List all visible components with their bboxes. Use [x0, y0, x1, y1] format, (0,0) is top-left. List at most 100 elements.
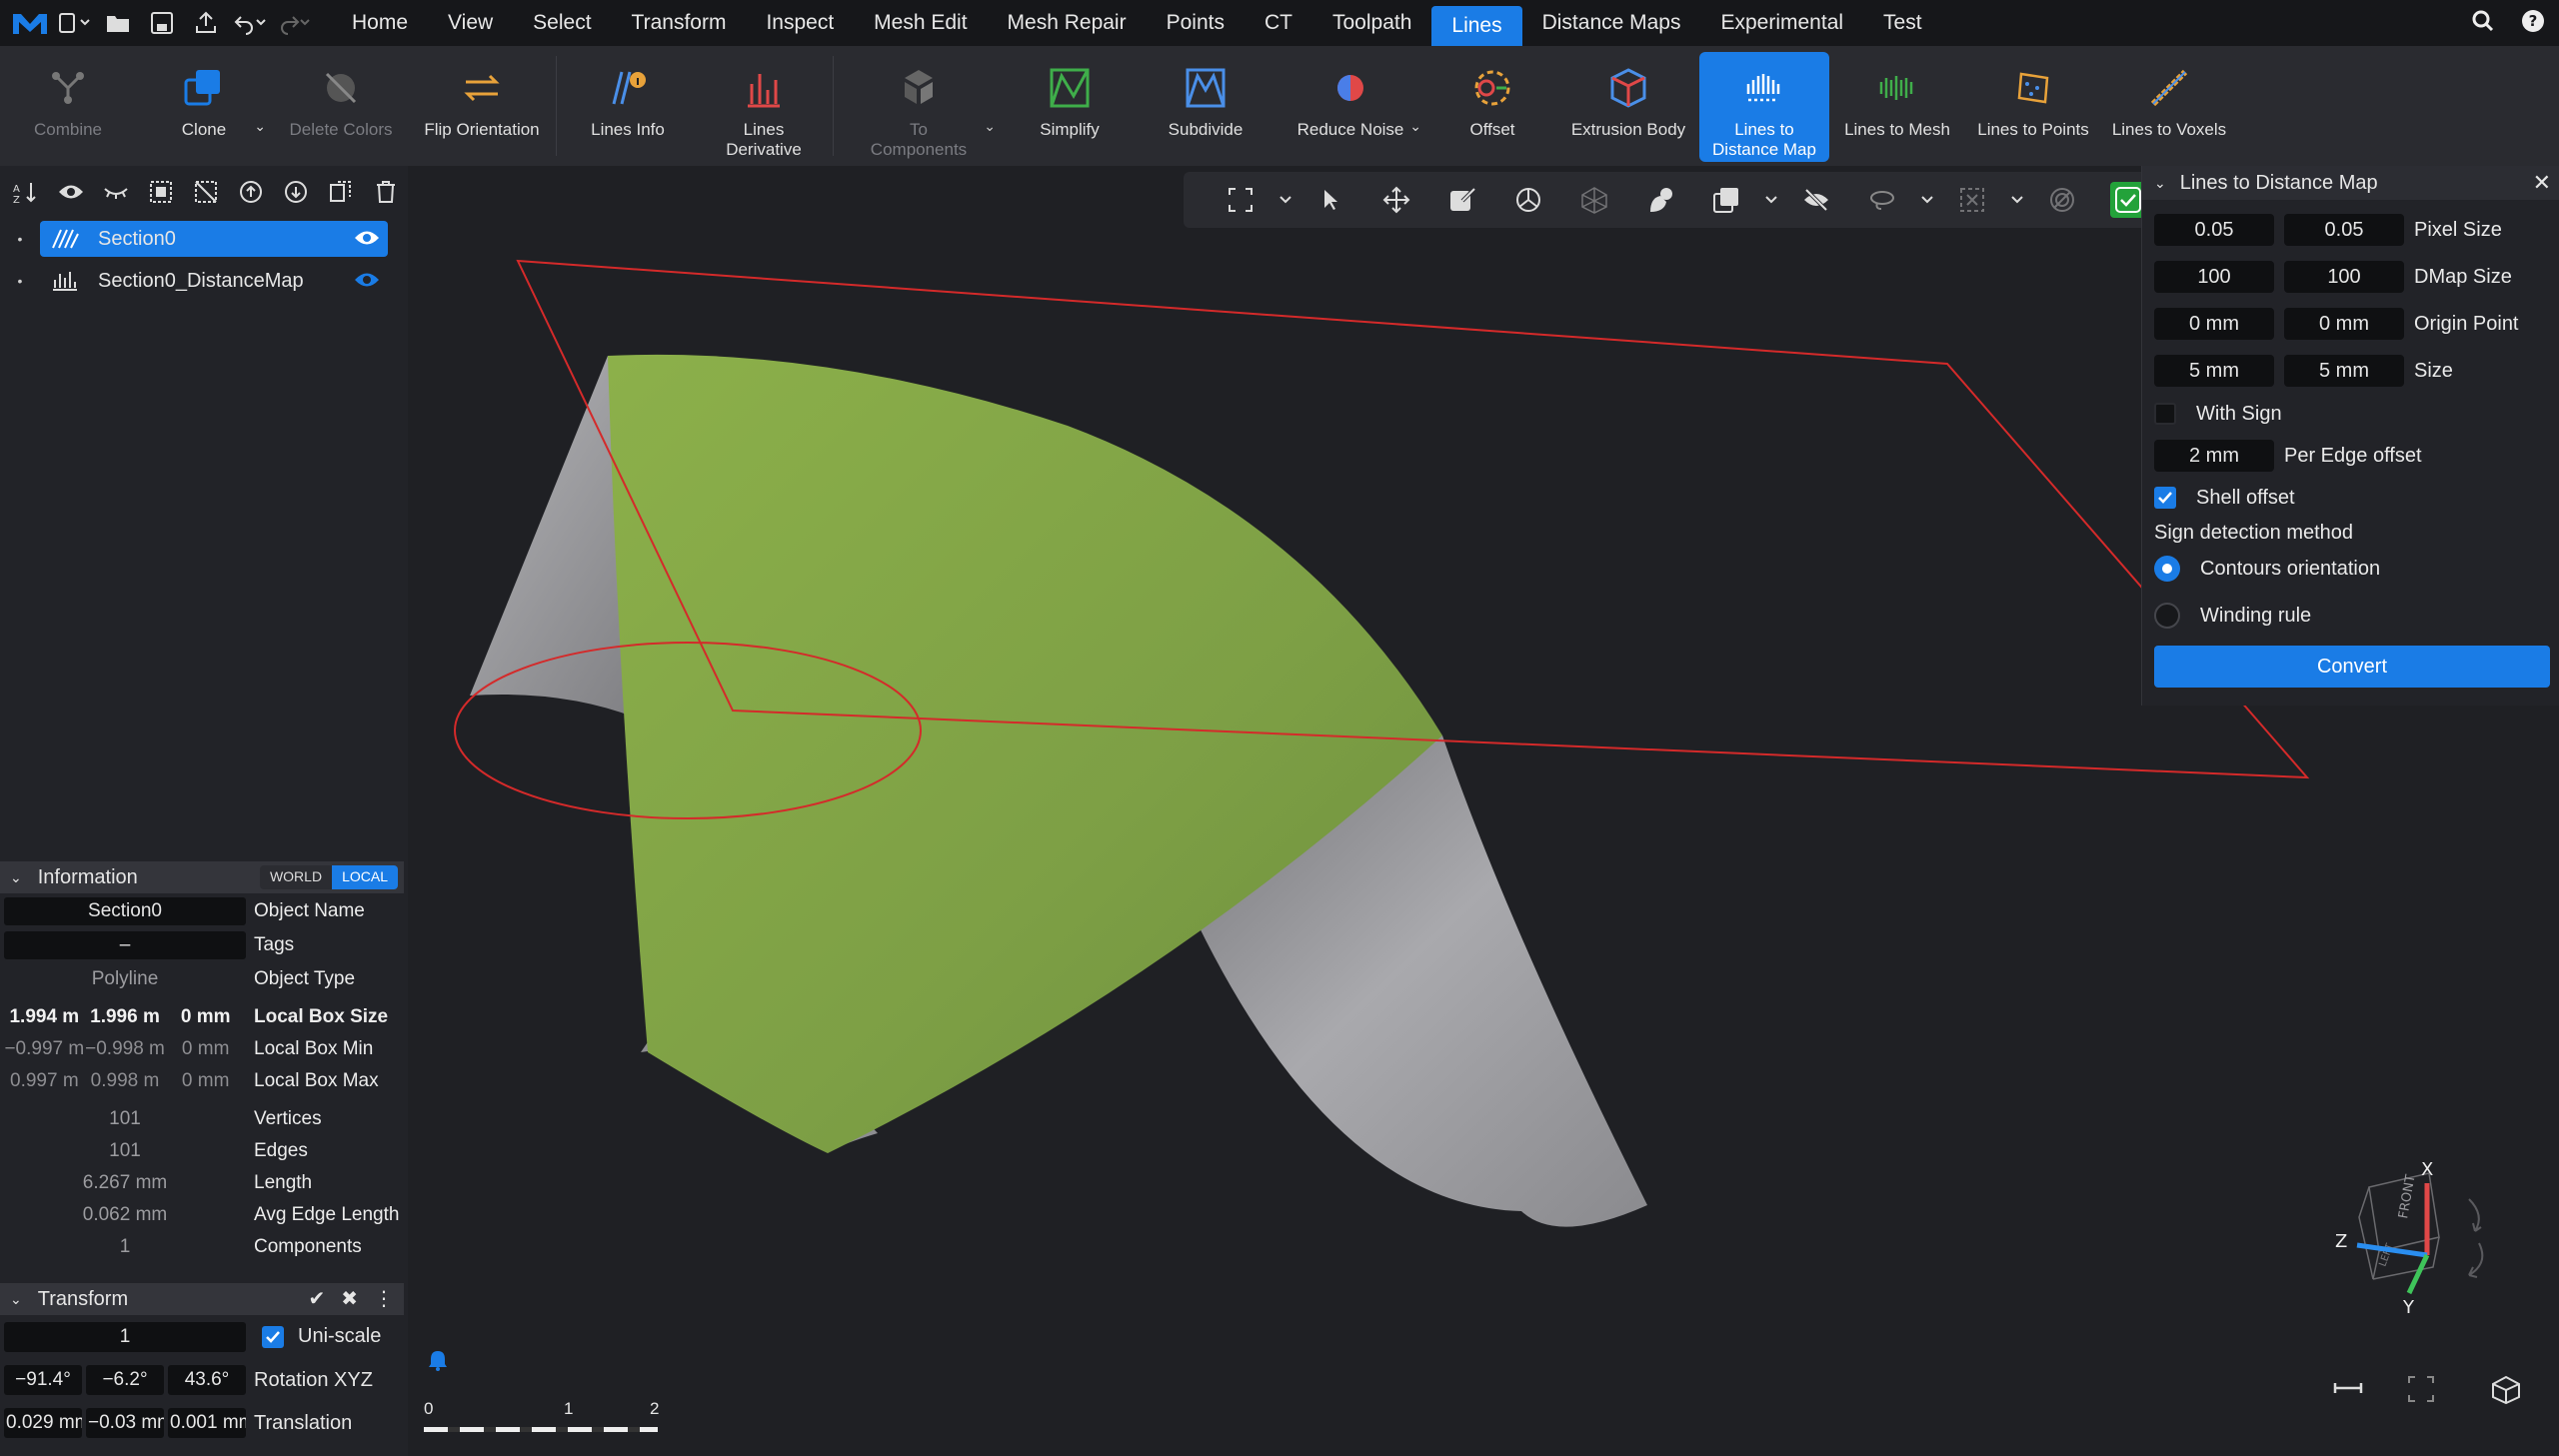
- tree-item-section0-distancemap[interactable]: • Section0_DistanceMap: [0, 260, 408, 302]
- save-icon[interactable]: [140, 0, 184, 46]
- eye-closed-icon[interactable]: [100, 177, 131, 208]
- export-icon[interactable]: [184, 0, 228, 46]
- lines-to-distance-map-button[interactable]: Lines to Distance Map: [1699, 52, 1829, 162]
- redo-icon[interactable]: [272, 0, 316, 46]
- move-down-icon[interactable]: [280, 177, 311, 208]
- reduce-noise-button[interactable]: Reduce Noise ⌄: [1274, 46, 1427, 166]
- reset-x-icon[interactable]: ✖: [341, 1286, 358, 1311]
- chevron-down-icon[interactable]: [1915, 172, 1939, 228]
- rotation-x-field[interactable]: −91.4°: [4, 1365, 82, 1395]
- tab-mesh-repair[interactable]: Mesh Repair: [988, 0, 1147, 46]
- chevron-down-icon[interactable]: ⌄: [2154, 175, 2166, 192]
- open-folder-icon[interactable]: [96, 0, 140, 46]
- tab-select[interactable]: Select: [513, 0, 611, 46]
- lines-info-button[interactable]: Lines Info: [559, 46, 697, 166]
- tab-transform[interactable]: Transform: [612, 0, 747, 46]
- tab-points[interactable]: Points: [1147, 0, 1245, 46]
- simplify-button[interactable]: Simplify: [1002, 46, 1138, 166]
- lines-to-voxels-button[interactable]: Lines to Voxels: [2101, 46, 2237, 166]
- uniscale-checkbox[interactable]: [262, 1325, 284, 1348]
- tab-inspect[interactable]: Inspect: [746, 0, 854, 46]
- trash-icon[interactable]: [370, 177, 401, 208]
- hide-icon[interactable]: [1783, 172, 1849, 228]
- new-file-icon[interactable]: [52, 0, 96, 46]
- chevron-down-icon[interactable]: [1274, 172, 1297, 228]
- information-header[interactable]: ⌄ Information WORLD LOCAL: [0, 861, 404, 893]
- search-icon[interactable]: [2471, 9, 2495, 38]
- tree-node[interactable]: Section0_DistanceMap: [40, 263, 388, 299]
- size-x-input[interactable]: 5 mm: [2154, 355, 2274, 387]
- tab-view[interactable]: View: [428, 0, 513, 46]
- box-select-icon[interactable]: [1939, 172, 2005, 228]
- move-icon[interactable]: [1363, 172, 1429, 228]
- rotation-y-field[interactable]: −6.2°: [86, 1365, 164, 1395]
- chevron-down-icon[interactable]: ⌄: [10, 869, 22, 886]
- tab-ct[interactable]: CT: [1245, 0, 1312, 46]
- orientation-gizmo[interactable]: FRONT LEFT X Z Y: [2329, 1159, 2509, 1339]
- shell-offset-checkbox[interactable]: [2154, 487, 2176, 509]
- tree-node[interactable]: Section0: [40, 221, 388, 257]
- chevron-down-icon[interactable]: ⌄: [984, 116, 996, 136]
- more-options-icon[interactable]: ⋮: [374, 1286, 394, 1311]
- chevron-down-icon[interactable]: ⌄: [10, 1291, 22, 1308]
- snap-icon[interactable]: [2029, 172, 2095, 228]
- rotation-z-field[interactable]: 43.6°: [168, 1365, 246, 1395]
- delete-colors-button[interactable]: Delete Colors: [272, 46, 410, 166]
- lines-to-mesh-button[interactable]: Lines to Mesh: [1829, 46, 1965, 166]
- undo-icon[interactable]: [228, 0, 272, 46]
- chevron-down-icon[interactable]: [2005, 172, 2029, 228]
- app-logo[interactable]: [8, 0, 52, 46]
- world-local-toggle[interactable]: WORLD LOCAL: [259, 865, 398, 889]
- contours-orientation-radio[interactable]: [2154, 556, 2180, 582]
- subdivide-button[interactable]: Subdivide: [1138, 46, 1274, 166]
- winding-rule-option[interactable]: Winding rule: [2154, 600, 2311, 632]
- translation-x-field[interactable]: 0.029 mm: [4, 1408, 82, 1438]
- local-toggle[interactable]: LOCAL: [332, 865, 398, 889]
- size-y-input[interactable]: 5 mm: [2284, 355, 2404, 387]
- dmap-size-y-input[interactable]: 100: [2284, 261, 2404, 293]
- convert-button[interactable]: Convert: [2154, 646, 2550, 688]
- deselect-icon[interactable]: [190, 177, 221, 208]
- contours-orientation-option[interactable]: Contours orientation: [2154, 553, 2380, 585]
- tab-toolpath[interactable]: Toolpath: [1312, 0, 1431, 46]
- chevron-down-icon[interactable]: ⌄: [1409, 116, 1421, 136]
- winding-rule-radio[interactable]: [2154, 603, 2180, 629]
- world-toggle[interactable]: WORLD: [259, 865, 333, 889]
- measure-icon[interactable]: [2333, 1381, 2363, 1400]
- notification-bell-icon[interactable]: [428, 1349, 448, 1376]
- pointer-icon[interactable]: [1297, 172, 1363, 228]
- lasso-icon[interactable]: [1849, 172, 1915, 228]
- help-icon[interactable]: ?: [2521, 9, 2545, 38]
- sort-icon[interactable]: AZ: [10, 177, 41, 208]
- visibility-eye-icon[interactable]: [354, 229, 380, 253]
- pixel-size-x-input[interactable]: 0.05: [2154, 214, 2274, 246]
- orbit-icon[interactable]: [1495, 172, 1561, 228]
- eye-icon[interactable]: [55, 177, 86, 208]
- move-up-icon[interactable]: [235, 177, 266, 208]
- chevron-down-icon[interactable]: ⌄: [254, 116, 266, 136]
- tab-mesh-edit[interactable]: Mesh Edit: [854, 0, 987, 46]
- chevron-down-icon[interactable]: [1759, 172, 1783, 228]
- lines-derivative-button[interactable]: Lines Derivative: [697, 46, 831, 166]
- with-sign-checkbox[interactable]: [2154, 403, 2176, 425]
- apply-check-icon[interactable]: ✔: [308, 1286, 325, 1311]
- tab-distance-maps[interactable]: Distance Maps: [1522, 0, 1701, 46]
- dmap-size-x-input[interactable]: 100: [2154, 261, 2274, 293]
- lines-to-points-button[interactable]: Lines to Points: [1965, 46, 2101, 166]
- scale-field[interactable]: 1: [4, 1322, 246, 1352]
- tree-item-section0[interactable]: • Section0: [0, 218, 408, 260]
- fit-selection-icon[interactable]: [2407, 1375, 2435, 1408]
- clone-button[interactable]: Clone ⌄: [136, 46, 272, 166]
- origin-x-input[interactable]: 0 mm: [2154, 308, 2274, 340]
- tab-test[interactable]: Test: [1863, 0, 1942, 46]
- offset-button[interactable]: Offset: [1427, 46, 1557, 166]
- tab-home[interactable]: Home: [332, 0, 428, 46]
- select-all-icon[interactable]: [145, 177, 176, 208]
- clipping-icon[interactable]: [1693, 172, 1759, 228]
- translation-z-field[interactable]: 0.001 mm: [168, 1408, 246, 1438]
- object-name-field[interactable]: Section0: [4, 897, 246, 925]
- translation-y-field[interactable]: −0.03 mm: [86, 1408, 164, 1438]
- origin-y-input[interactable]: 0 mm: [2284, 308, 2404, 340]
- tab-experimental[interactable]: Experimental: [1700, 0, 1863, 46]
- flip-orientation-button[interactable]: Flip Orientation: [410, 46, 554, 166]
